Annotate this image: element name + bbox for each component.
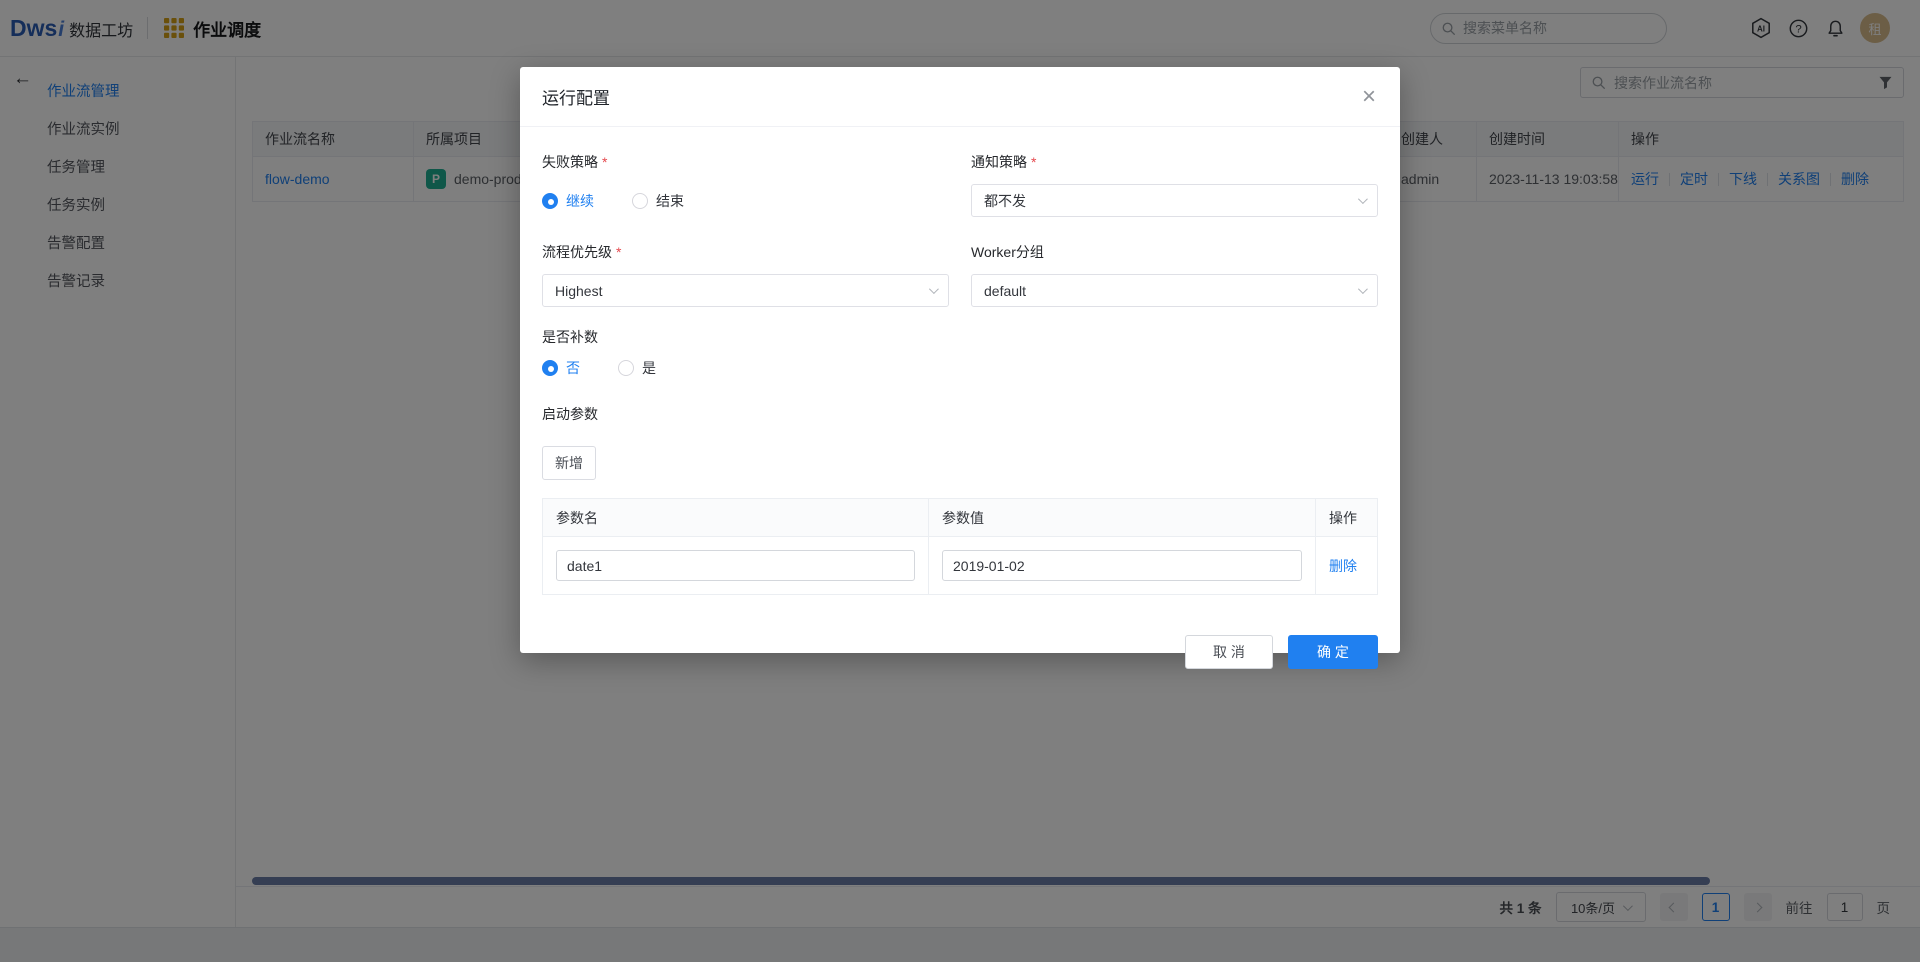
field-worker-group: Worker分组 default [971,217,1378,307]
radio-label: 继续 [566,191,594,211]
radio-dot-icon [632,193,648,209]
radio-dot-icon [542,360,558,376]
priority-value: Highest [555,283,602,299]
close-icon[interactable]: × [1362,85,1376,109]
radio-dot-icon [618,360,634,376]
radio-label: 否 [566,358,580,378]
params-table-row: 删除 [543,537,1377,594]
chevron-down-icon [1358,284,1368,294]
field-notify-strategy: 通知策略* 都不发 [971,127,1378,217]
modal-title: 运行配置 [542,84,610,109]
radio-continue[interactable]: 继续 [542,191,594,211]
field-priority: 流程优先级* Highest [542,217,949,307]
modal-header: 运行配置 × [520,67,1400,127]
params-table: 参数名 参数值 操作 删除 [542,498,1378,595]
param-value-col: 参数值 [929,499,1316,536]
add-param-button[interactable]: 新增 [542,446,596,480]
param-value-input[interactable] [942,550,1302,581]
radio-end[interactable]: 结束 [632,191,684,211]
param-delete-link[interactable]: 删除 [1329,556,1357,576]
worker-group-value: default [984,283,1026,299]
param-name-input[interactable] [556,550,915,581]
required-mark: * [602,154,607,170]
field-failure-strategy: 失败策略* 继续 结束 [542,127,949,217]
param-name-col: 参数名 [543,499,929,536]
radio-yes[interactable]: 是 [618,358,656,378]
chevron-down-icon [929,284,939,294]
modal-footer: 取 消 确 定 [520,635,1400,669]
field-startup-params: 启动参数 新增 参数名 参数值 操作 删除 [542,404,1378,595]
required-mark: * [616,244,621,260]
failure-strategy-radio-group: 继续 结束 [542,184,949,217]
run-config-modal: 运行配置 × 失败策略* 继续 结束 通知策略* 都不发 [520,67,1400,653]
cancel-button[interactable]: 取 消 [1185,635,1273,669]
radio-dot-icon [542,193,558,209]
field-label: 是否补数 [542,329,598,345]
field-backfill: 是否补数 否 是 [542,327,1378,376]
modal-body: 失败策略* 继续 结束 通知策略* 都不发 流程优先级* [520,127,1400,595]
radio-label: 结束 [656,191,684,211]
field-label: 失败策略 [542,154,598,170]
field-label: 通知策略 [971,154,1027,170]
worker-group-select[interactable]: default [971,274,1378,307]
radio-no[interactable]: 否 [542,358,580,378]
notify-strategy-value: 都不发 [984,191,1026,211]
required-mark: * [1031,154,1036,170]
params-table-header: 参数名 参数值 操作 [543,499,1377,537]
field-label: 流程优先级 [542,244,612,260]
page: Dws i 数据工坊 作业调度 AI ? [0,0,1920,962]
field-label: Worker分组 [971,244,1044,260]
chevron-down-icon [1358,194,1368,204]
notify-strategy-select[interactable]: 都不发 [971,184,1378,217]
confirm-button[interactable]: 确 定 [1288,635,1378,669]
radio-label: 是 [642,358,656,378]
field-label: 启动参数 [542,406,598,422]
priority-select[interactable]: Highest [542,274,949,307]
param-action-col: 操作 [1316,499,1377,536]
backfill-radio-group: 否 是 [542,359,1378,376]
